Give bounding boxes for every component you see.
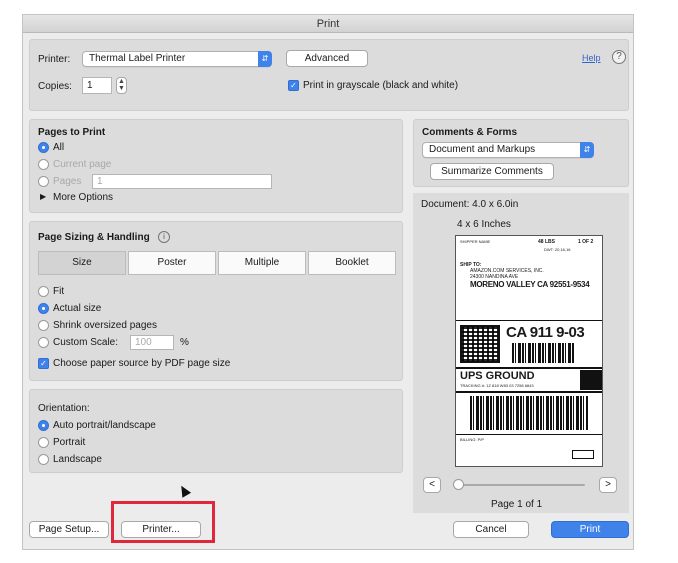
mouse-pointer-icon [176, 483, 192, 498]
label-logo-box [572, 450, 594, 459]
window-title: Print [23, 15, 633, 33]
radio-all-label: All [53, 142, 65, 153]
next-page-button[interactable]: > [599, 477, 617, 493]
chevron-updown-icon: ⇵ [258, 51, 272, 67]
radio-custom-scale[interactable] [38, 337, 49, 348]
help-icon[interactable]: ? [612, 50, 626, 64]
pages-range-field[interactable]: 1 [92, 174, 272, 189]
paper-source-label: Choose paper source by PDF page size [53, 358, 231, 369]
printer-panel: Printer: Thermal Label Printer ⇵ Advance… [29, 39, 629, 111]
radio-fit[interactable] [38, 286, 49, 297]
custom-scale-field[interactable]: 100 [130, 335, 174, 350]
page-slider-thumb[interactable] [453, 479, 464, 490]
radio-actual-size-label: Actual size [53, 303, 102, 314]
more-options-toggle[interactable]: More Options [53, 192, 113, 203]
comments-forms-panel: Comments & Forms Document and Markups ⇵ … [413, 119, 629, 187]
tab-size[interactable]: Size [38, 251, 126, 275]
label-routing-code: CA 911 9-03 [506, 324, 585, 341]
document-size-label: Document: 4.0 x 6.0in [421, 199, 519, 210]
label-ship-to-city: MORENO VALLEY CA 92551-9534 [470, 280, 590, 289]
radio-portrait-label: Portrait [53, 437, 86, 448]
label-weight: 48 LBS [538, 239, 555, 245]
service-icon-block [580, 370, 602, 390]
cancel-button[interactable]: Cancel [453, 521, 529, 538]
radio-fit-label: Fit [53, 286, 65, 297]
page-slider-track[interactable] [457, 484, 585, 486]
label-divider [456, 391, 602, 393]
comments-forms-select[interactable]: Document and Markups ⇵ [422, 142, 594, 158]
tab-multiple[interactable]: Multiple [218, 251, 306, 275]
label-shipper-name: SHIPPER NAME [460, 239, 491, 244]
radio-landscape[interactable] [38, 454, 49, 465]
radio-custom-scale-label: Custom Scale: [53, 337, 119, 348]
pages-to-print-title: Pages to Print [38, 127, 106, 138]
preview-panel: Document: 4.0 x 6.0in 4 x 6 Inches SHIPP… [413, 193, 629, 513]
comments-forms-title: Comments & Forms [422, 127, 518, 138]
comments-forms-select-value: Document and Markups [429, 144, 536, 155]
printer-label: Printer: [38, 54, 71, 65]
tab-booklet[interactable]: Booklet [308, 251, 396, 275]
radio-shrink-oversized-label: Shrink oversized pages [53, 320, 157, 331]
label-tracking: TRACKING #: 1Z 818 W83 03 7258 6843 [460, 383, 534, 388]
paper-source-checkbox[interactable]: ✓ [38, 358, 49, 369]
radio-auto-orientation[interactable] [38, 420, 49, 431]
radio-actual-size[interactable] [38, 303, 49, 314]
page-size-label: 4 x 6 Inches [457, 219, 511, 230]
label-dwt: DWT: 20,16,16 [544, 247, 571, 252]
radio-pages-label: Pages [53, 176, 82, 187]
radio-landscape-label: Landscape [53, 454, 102, 465]
radio-shrink-oversized[interactable] [38, 320, 49, 331]
summarize-comments-button[interactable]: Summarize Comments [430, 163, 554, 180]
label-billing: BILLING: P/P [460, 437, 485, 442]
tracking-barcode [470, 396, 588, 430]
copies-stepper[interactable]: ▲ ▼ [116, 77, 127, 94]
routing-barcode [512, 343, 574, 363]
radio-all[interactable] [38, 142, 49, 153]
tab-poster[interactable]: Poster [128, 251, 216, 275]
maxicode-image [460, 325, 500, 363]
page-counter: Page 1 of 1 [491, 499, 543, 510]
pages-to-print-panel: Pages to Print All Current page Pages 1 … [29, 119, 403, 213]
advanced-button[interactable]: Advanced [286, 50, 368, 67]
radio-auto-orientation-label: Auto portrait/landscape [53, 420, 156, 431]
grayscale-label: Print in grayscale (black and white) [303, 80, 459, 91]
info-icon[interactable]: i [158, 231, 170, 243]
radio-current-page[interactable] [38, 159, 49, 170]
printer-button-highlight [111, 501, 215, 543]
more-options-disclosure-icon[interactable]: ▶ [40, 192, 46, 201]
copies-field[interactable]: 1 [82, 77, 112, 94]
page-sizing-title: Page Sizing & Handling [38, 232, 150, 243]
help-link[interactable]: Help [582, 53, 601, 63]
orientation-panel: Orientation: Auto portrait/landscape Por… [29, 389, 403, 473]
printer-select[interactable]: Thermal Label Printer ⇵ [82, 51, 272, 67]
print-button[interactable]: Print [551, 521, 629, 538]
page-setup-button[interactable]: Page Setup... [29, 521, 109, 538]
orientation-title: Orientation: [38, 403, 90, 414]
chevron-updown-icon: ⇵ [580, 142, 594, 158]
label-service: UPS GROUND [460, 370, 535, 382]
page-sizing-panel: Page Sizing & Handling i Size Poster Mul… [29, 221, 403, 381]
print-dialog: Print Printer: Thermal Label Printer ⇵ A… [22, 14, 634, 550]
label-divider [456, 320, 602, 321]
label-count: 1 OF 2 [578, 239, 594, 245]
label-divider [456, 367, 602, 369]
previous-page-button[interactable]: < [423, 477, 441, 493]
radio-portrait[interactable] [38, 437, 49, 448]
printer-select-value: Thermal Label Printer [89, 53, 186, 64]
label-divider [456, 434, 602, 435]
percent-label: % [180, 337, 189, 348]
copies-label: Copies: [38, 81, 72, 92]
radio-current-page-label: Current page [53, 159, 112, 170]
shipping-label-preview: SHIPPER NAME 48 LBS 1 OF 2 DWT: 20,16,16… [455, 235, 603, 467]
radio-pages[interactable] [38, 176, 49, 187]
grayscale-checkbox[interactable]: ✓ [288, 80, 299, 91]
